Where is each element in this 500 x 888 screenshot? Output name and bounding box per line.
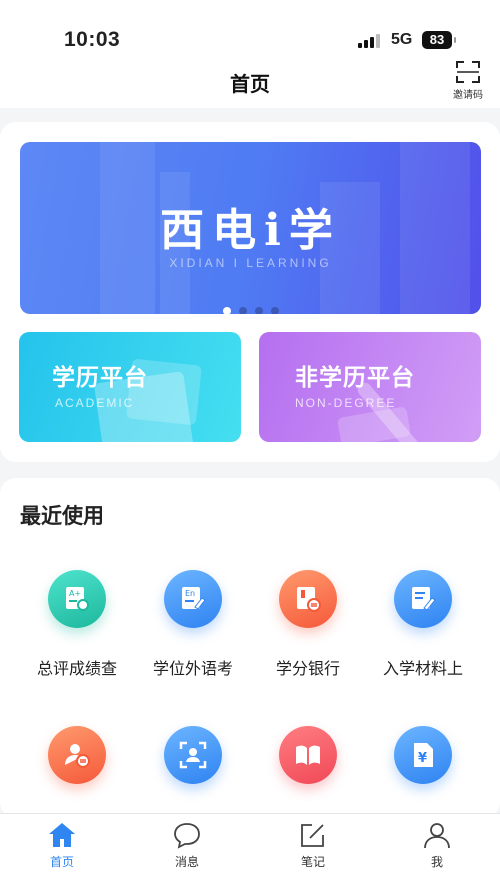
tab-label: 首页: [49, 855, 74, 869]
tab-home[interactable]: 首页: [22, 820, 102, 870]
page-header: 首页 邀请码: [0, 60, 500, 108]
tile-face-scan[interactable]: [133, 726, 253, 784]
non-degree-platform-subtitle: NON-DEGREE: [295, 396, 397, 410]
carousel-indicator: [20, 300, 481, 314]
tab-label: 我: [430, 855, 443, 869]
scan-icon: [456, 61, 480, 83]
academic-platform-title: 学历平台: [52, 365, 148, 391]
svg-text:En: En: [185, 589, 195, 598]
tile-label: 学位外语考: [152, 659, 233, 678]
signal-icon: [358, 32, 384, 48]
tile-credit-bank[interactable]: 学分银行: [248, 570, 368, 679]
carousel-dot[interactable]: [222, 307, 231, 314]
network-type: 5G: [391, 31, 413, 48]
yuan-document-icon: ¥: [394, 726, 452, 784]
tab-label: 消息: [174, 855, 199, 869]
user-icon: [424, 823, 450, 849]
tile-payment[interactable]: ¥: [363, 726, 483, 784]
user-switch-icon: [48, 726, 106, 784]
page-title: 首页: [230, 72, 270, 96]
tab-label: 笔记: [300, 855, 325, 869]
svg-text:¥: ¥: [418, 751, 427, 766]
carousel-dot[interactable]: [238, 307, 247, 314]
tab-messages[interactable]: 消息: [147, 820, 227, 870]
message-icon: [174, 823, 200, 849]
tile-label: 入学材料上: [382, 659, 463, 678]
top-card: 西电i学 XIDIAN I LEARNING 学历平台 ACADEMIC 非学历…: [0, 122, 500, 462]
face-scan-icon: [164, 726, 222, 784]
recent-card: 最近使用 A+ 总评成绩查 En 学位外语考 学分银行 入学材料上 ¥: [0, 478, 500, 818]
tile-user-switch[interactable]: [17, 726, 137, 784]
tile-grade-report[interactable]: A+ 总评成绩查: [17, 570, 137, 679]
grade-report-icon: A+: [48, 570, 106, 628]
status-time: 10:03: [64, 28, 121, 51]
invite-code-button[interactable]: 邀请码: [448, 60, 488, 104]
carousel-dot[interactable]: [254, 307, 263, 314]
non-degree-platform-title: 非学历平台: [295, 365, 415, 391]
home-icon: [49, 823, 75, 847]
tab-me[interactable]: 我: [397, 820, 477, 870]
academic-platform-card[interactable]: 学历平台 ACADEMIC: [19, 332, 241, 442]
battery-icon: 83: [422, 31, 456, 49]
note-icon: [301, 824, 324, 847]
tile-open-book[interactable]: [248, 726, 368, 784]
open-book-icon: [279, 726, 337, 784]
invite-code-label: 邀请码: [453, 90, 483, 101]
document-edit-icon: [394, 570, 452, 628]
credit-bank-icon: [279, 570, 337, 628]
tile-label: 学分银行: [275, 659, 340, 678]
banner-subtitle: XIDIAN I LEARNING: [169, 256, 332, 270]
non-degree-platform-card[interactable]: 非学历平台 NON-DEGREE: [259, 332, 481, 442]
banner-carousel[interactable]: 西电i学 XIDIAN I LEARNING: [20, 142, 481, 314]
status-bar: 10:03 5G 83: [0, 0, 500, 60]
tile-label: 总评成绩查: [36, 659, 117, 678]
english-exam-icon: En: [164, 570, 222, 628]
academic-platform-subtitle: ACADEMIC: [55, 396, 135, 410]
recent-section-title: 最近使用: [20, 504, 104, 528]
tile-english-exam[interactable]: En 学位外语考: [133, 570, 253, 679]
tile-enrollment-docs[interactable]: 入学材料上: [363, 570, 483, 679]
carousel-dot[interactable]: [270, 307, 279, 314]
bottom-tab-bar: 首页 消息 笔记 我: [0, 813, 500, 888]
banner-title: 西电i学: [160, 205, 341, 256]
tab-notes[interactable]: 笔记: [273, 820, 353, 870]
svg-text:A+: A+: [69, 589, 81, 598]
